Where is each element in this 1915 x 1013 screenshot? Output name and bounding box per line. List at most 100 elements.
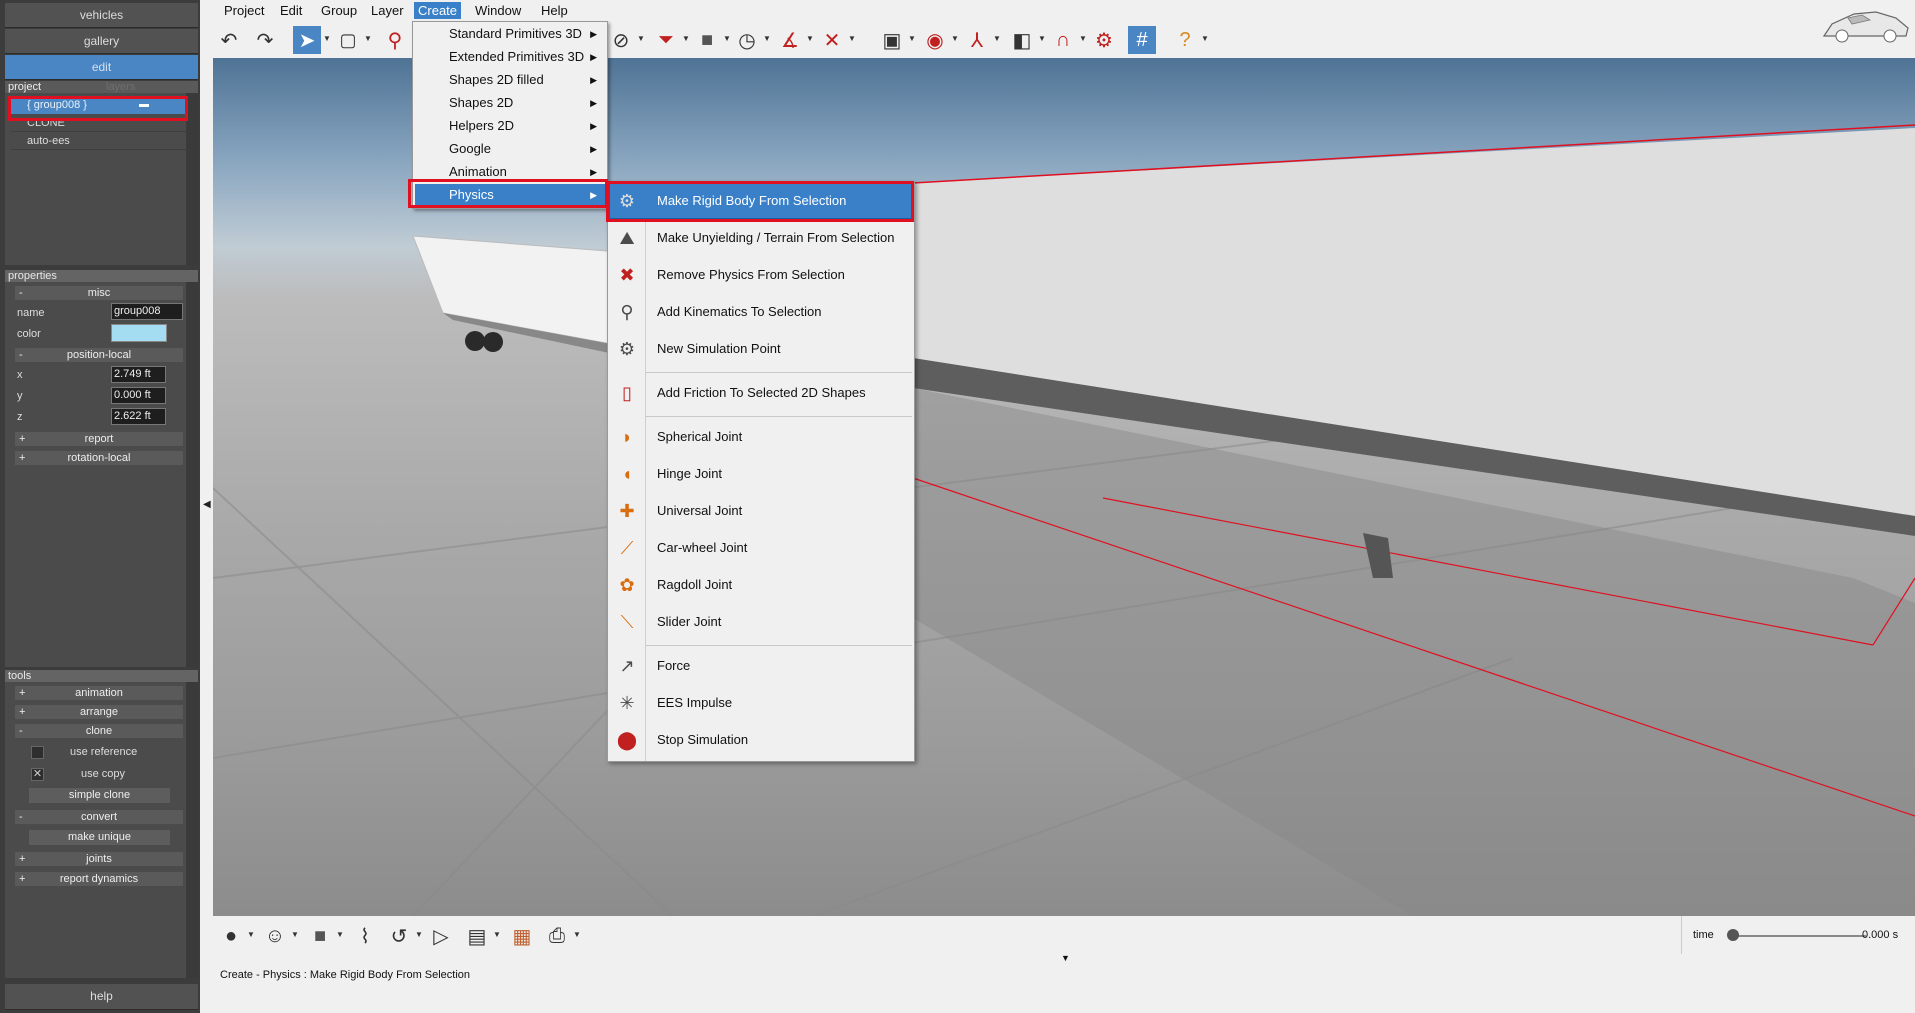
convert-group[interactable]: - convert: [15, 810, 183, 824]
menu-help[interactable]: Help: [537, 2, 572, 19]
simple-clone-button[interactable]: simple clone: [29, 788, 170, 803]
simulation-gears-icon[interactable]: ⚙: [1090, 26, 1118, 54]
help-icon[interactable]: ?: [1171, 26, 1199, 54]
menu-group[interactable]: Group: [317, 2, 361, 19]
animation-toggle[interactable]: +: [19, 686, 25, 700]
joints-toggle[interactable]: +: [19, 852, 25, 866]
convert-toggle[interactable]: -: [19, 810, 23, 824]
chevron-down-icon[interactable]: ▼: [723, 34, 731, 43]
chevron-down-icon[interactable]: ▼: [763, 34, 771, 43]
menu-item-new-simulation-point[interactable]: ⚙ New Simulation Point: [610, 332, 912, 366]
menu-item-standard-primitives-3d[interactable]: Standard Primitives 3D ▶: [415, 23, 605, 45]
tree-item-group008[interactable]: { group008 } ▬: [11, 98, 187, 114]
clone-group[interactable]: - clone: [15, 724, 183, 738]
chevron-down-icon[interactable]: ▼: [848, 34, 856, 43]
properties-scrollbar[interactable]: [187, 282, 198, 667]
chevron-down-icon[interactable]: ▼: [993, 34, 1001, 43]
menu-item-ees-impulse[interactable]: ✳ EES Impulse: [610, 686, 912, 720]
time-slider-thumb[interactable]: [1727, 929, 1739, 941]
record-icon[interactable]: ▤: [463, 922, 491, 950]
joints-group[interactable]: + joints: [15, 852, 183, 866]
material-square-icon[interactable]: ■: [306, 922, 334, 950]
chevron-down-icon[interactable]: ▼: [336, 930, 344, 939]
menu-item-extended-primitives-3d[interactable]: Extended Primitives 3D ▶: [415, 46, 605, 68]
menu-edit[interactable]: Edit: [276, 2, 306, 19]
report-dynamics-toggle[interactable]: +: [19, 872, 25, 886]
coordinates-icon[interactable]: ⅄: [963, 26, 991, 54]
print-icon[interactable]: ⎙: [543, 922, 571, 950]
menu-item-stop-simulation[interactable]: ⬤ Stop Simulation: [610, 723, 912, 757]
chevron-down-icon[interactable]: ▼: [908, 34, 916, 43]
menu-item-universal-joint[interactable]: ✚ Universal Joint: [610, 494, 912, 528]
tree-scrollbar[interactable]: [187, 93, 198, 265]
menu-item-animation[interactable]: Animation ▶: [415, 161, 605, 183]
menu-window[interactable]: Window: [471, 2, 525, 19]
expand-down-icon[interactable]: ▼: [1061, 953, 1070, 963]
collapse-panel-icon[interactable]: ◀: [203, 499, 211, 510]
menu-create[interactable]: Create: [414, 2, 462, 19]
chevron-down-icon[interactable]: ▼: [637, 34, 645, 43]
use-copy-checkbox[interactable]: ✕: [31, 768, 44, 781]
head-icon[interactable]: ☺: [261, 922, 289, 950]
menu-item-force[interactable]: ↗ Force: [610, 649, 912, 683]
gallery-button[interactable]: gallery: [5, 29, 198, 54]
angle-icon[interactable]: ∡: [776, 26, 804, 54]
menu-item-make-rigid-body[interactable]: ⚙ Make Rigid Body From Selection: [609, 183, 913, 219]
target-icon[interactable]: ◉: [921, 26, 949, 54]
use-reference-checkbox[interactable]: [31, 746, 44, 759]
render-sphere-icon[interactable]: ●: [217, 922, 245, 950]
tab-layers[interactable]: layers: [106, 81, 135, 93]
rotation-local-group[interactable]: + rotation-local: [15, 451, 183, 465]
axis-icon[interactable]: ✕: [818, 26, 846, 54]
grid-icon[interactable]: #: [1128, 26, 1156, 54]
menu-item-slider-joint[interactable]: ⟍ Slider Joint: [610, 605, 912, 639]
menu-item-make-unyielding[interactable]: ⛰ Make Unyielding / Terrain From Selectio…: [610, 221, 912, 255]
position-local-toggle[interactable]: -: [19, 348, 23, 362]
chevron-down-icon[interactable]: ▼: [493, 930, 501, 939]
misc-toggle[interactable]: -: [19, 286, 23, 300]
chevron-down-icon[interactable]: ▼: [415, 930, 423, 939]
box-icon[interactable]: ■: [693, 26, 721, 54]
chevron-down-icon[interactable]: ▼: [573, 930, 581, 939]
arrange-group[interactable]: + arrange: [15, 705, 183, 719]
position-local-group[interactable]: - position-local: [15, 348, 183, 362]
play-icon[interactable]: ▷: [427, 922, 455, 950]
menu-item-ragdoll-joint[interactable]: ✿ Ragdoll Joint: [610, 568, 912, 602]
menu-item-hinge-joint[interactable]: ◖ Hinge Joint: [610, 457, 912, 491]
menu-item-shapes-2d-filled[interactable]: Shapes 2D filled ▶: [415, 69, 605, 91]
menu-item-add-kinematics[interactable]: ⚲ Add Kinematics To Selection: [610, 295, 912, 329]
rotation-local-toggle[interactable]: +: [19, 451, 25, 465]
report-group[interactable]: + report: [15, 432, 183, 446]
menu-item-google[interactable]: Google ▶: [415, 138, 605, 160]
curve-icon[interactable]: ↺: [385, 922, 413, 950]
z-field[interactable]: 2.622 ft: [111, 408, 166, 425]
measure-icon[interactable]: ◷: [733, 26, 761, 54]
selection-rect-icon[interactable]: ▢: [334, 26, 362, 54]
chevron-down-icon[interactable]: ▼: [806, 34, 814, 43]
edit-button[interactable]: edit: [5, 55, 198, 80]
chevron-down-icon[interactable]: ▼: [1038, 34, 1046, 43]
graph-icon[interactable]: ⌇: [351, 922, 379, 950]
report-toggle[interactable]: +: [19, 432, 25, 446]
tab-project[interactable]: project: [8, 81, 41, 93]
color-swatch[interactable]: [111, 324, 167, 342]
report-dynamics-group[interactable]: + report dynamics: [15, 872, 183, 886]
chevron-down-icon[interactable]: ▼: [291, 930, 299, 939]
animation-group[interactable]: + animation: [15, 686, 183, 700]
tree-item-auto-ees[interactable]: auto-ees: [11, 134, 187, 150]
select-pointer-icon[interactable]: ➤: [293, 26, 321, 54]
menu-item-physics[interactable]: Physics ▶: [415, 184, 605, 206]
menu-item-remove-physics[interactable]: ✖ Remove Physics From Selection: [610, 258, 912, 292]
menu-item-helpers-2d[interactable]: Helpers 2D ▶: [415, 115, 605, 137]
chevron-down-icon[interactable]: ▼: [1079, 34, 1087, 43]
report-icon[interactable]: ▦: [508, 922, 536, 950]
magnet-icon[interactable]: ∩: [1049, 26, 1077, 54]
time-slider-track[interactable]: [1731, 935, 1866, 937]
pivot-icon[interactable]: ⚲: [381, 26, 409, 54]
make-unique-button[interactable]: make unique: [29, 830, 170, 845]
camera-icon[interactable]: ▣: [878, 26, 906, 54]
menu-item-spherical-joint[interactable]: ◗ Spherical Joint: [610, 420, 912, 454]
chevron-down-icon[interactable]: ▼: [951, 34, 959, 43]
tree-item-clone[interactable]: CLONE: [11, 116, 187, 132]
y-field[interactable]: 0.000 ft: [111, 387, 166, 404]
